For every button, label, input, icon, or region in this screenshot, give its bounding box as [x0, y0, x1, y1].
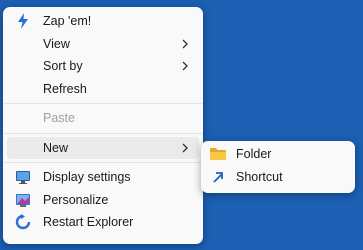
menu-item-new[interactable]: New — [7, 136, 199, 159]
menu-item-sort-by[interactable]: Sort by — [7, 55, 199, 78]
menu-item-label: Restart Explorer — [43, 215, 134, 229]
menu-item-label: Personalize — [43, 192, 109, 207]
restart-icon — [15, 214, 31, 230]
menu-item-zap-em[interactable]: Zap 'em! — [7, 10, 199, 33]
menu-separator — [3, 103, 203, 104]
submenu-item-label: Shortcut — [236, 169, 283, 184]
menu-item-refresh[interactable]: Refresh — [7, 78, 199, 101]
chevron-right-icon — [182, 61, 188, 71]
lightning-icon — [15, 13, 31, 29]
display-icon — [15, 169, 31, 185]
menu-item-personalize[interactable]: Personalize — [7, 189, 199, 212]
menu-item-label: Display settings — [43, 170, 131, 184]
menu-separator — [3, 132, 203, 134]
menu-item-display-settings[interactable]: Display settings — [7, 166, 199, 189]
shortcut-arrow-icon — [210, 169, 226, 185]
submenu-item-shortcut[interactable]: Shortcut — [205, 166, 351, 189]
chevron-right-icon — [182, 39, 188, 48]
menu-item-label: Zap 'em! — [43, 14, 92, 28]
menu-item-label: View — [43, 36, 70, 51]
menu-item-label: Refresh — [43, 81, 87, 96]
menu-item-restart-explorer[interactable]: Restart Explorer — [7, 211, 199, 234]
menu-item-label: New — [43, 140, 69, 155]
desktop-context-menu: Zap 'em! View Sort by Refresh Paste New — [3, 7, 203, 244]
chevron-right-icon — [182, 143, 188, 152]
menu-item-label: Sort by — [43, 59, 83, 73]
personalize-icon — [15, 192, 31, 208]
submenu-item-label: Folder — [236, 147, 272, 161]
folder-icon — [210, 146, 226, 162]
menu-separator — [3, 162, 203, 163]
new-submenu: Folder Shortcut — [201, 141, 355, 193]
menu-item-view[interactable]: View — [7, 33, 199, 56]
submenu-item-folder[interactable]: Folder — [205, 143, 351, 166]
menu-item-paste: Paste — [7, 107, 199, 130]
menu-item-label: Paste — [43, 111, 75, 125]
